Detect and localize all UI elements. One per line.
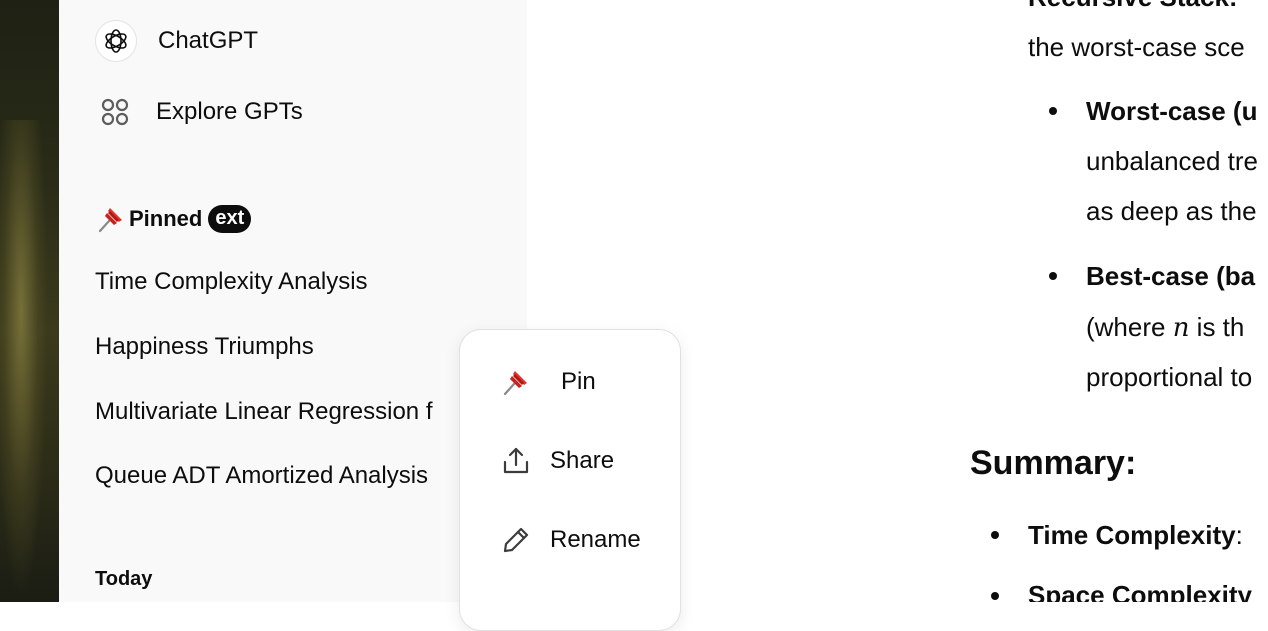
bullet-dot bbox=[991, 592, 999, 600]
menu-item-label: Pin bbox=[561, 368, 596, 395]
menu-item-share[interactable]: Share bbox=[500, 445, 614, 477]
content-text: is th bbox=[1189, 312, 1245, 342]
pinned-title: Pinned bbox=[129, 206, 203, 231]
content-line: proportional to bbox=[1086, 362, 1253, 392]
nav-explore-gpts[interactable]: Explore GPTs bbox=[95, 92, 303, 132]
desktop-background bbox=[0, 0, 59, 602]
pinned-chat-item[interactable]: Multivariate Linear Regression f bbox=[95, 398, 433, 426]
content-line: Time Complexity: bbox=[1028, 520, 1243, 551]
content-text: (where bbox=[1086, 312, 1173, 342]
pinned-chat-item[interactable]: Time Complexity Analysis bbox=[95, 268, 368, 296]
section-label-today: Today bbox=[95, 568, 153, 590]
menu-item-pin[interactable]: Pin bbox=[500, 366, 596, 398]
chatgpt-logo-icon bbox=[95, 20, 137, 62]
content-line: the worst-case sce bbox=[1028, 32, 1245, 62]
pencil-icon bbox=[500, 524, 532, 556]
bullet-dot bbox=[991, 531, 999, 539]
menu-item-label: Rename bbox=[550, 526, 641, 553]
summary-heading: Summary: bbox=[970, 444, 1137, 482]
pinned-chat-item[interactable]: Queue ADT Amortized Analysis bbox=[95, 462, 428, 490]
content-line: as deep as the bbox=[1086, 196, 1257, 226]
nav-explore-label: Explore GPTs bbox=[156, 98, 303, 125]
conversation-context-menu: Pin Share Rename bbox=[459, 329, 681, 631]
nav-chatgpt-label: ChatGPT bbox=[158, 27, 259, 54]
content-line-top: Recursive Stack: bbox=[1028, 0, 1238, 13]
menu-item-rename[interactable]: Rename bbox=[500, 524, 641, 556]
content-line-math: (where n is th bbox=[1086, 312, 1244, 343]
pushpin-icon bbox=[95, 203, 127, 235]
pin-icon bbox=[500, 366, 532, 398]
content-line-bold: Space Complexity bbox=[1028, 580, 1252, 602]
ext-badge: ext bbox=[208, 205, 252, 233]
content-line-bold: Worst-case (u bbox=[1086, 96, 1258, 126]
content-text: : bbox=[1235, 520, 1243, 550]
menu-item-label: Share bbox=[550, 447, 615, 474]
share-icon bbox=[500, 445, 532, 477]
content-line: unbalanced tre bbox=[1086, 146, 1259, 176]
background-tree bbox=[0, 120, 48, 600]
nav-chatgpt[interactable]: ChatGPT bbox=[95, 20, 258, 62]
math-variable: n bbox=[1172, 313, 1190, 343]
pinned-section-header: Pinned ext bbox=[95, 203, 252, 235]
sidebar: ChatGPT Explore GPTs Pinned ext Time Com… bbox=[59, 0, 527, 602]
bullet-dot bbox=[1049, 272, 1057, 280]
bullet-dot bbox=[1049, 107, 1057, 115]
grid-dots-icon bbox=[95, 92, 135, 132]
pinned-chat-item[interactable]: Happiness Triumphs bbox=[95, 333, 314, 361]
content-bold: Time Complexity bbox=[1028, 520, 1236, 550]
content-line-bold: Best-case (ba bbox=[1086, 261, 1256, 291]
